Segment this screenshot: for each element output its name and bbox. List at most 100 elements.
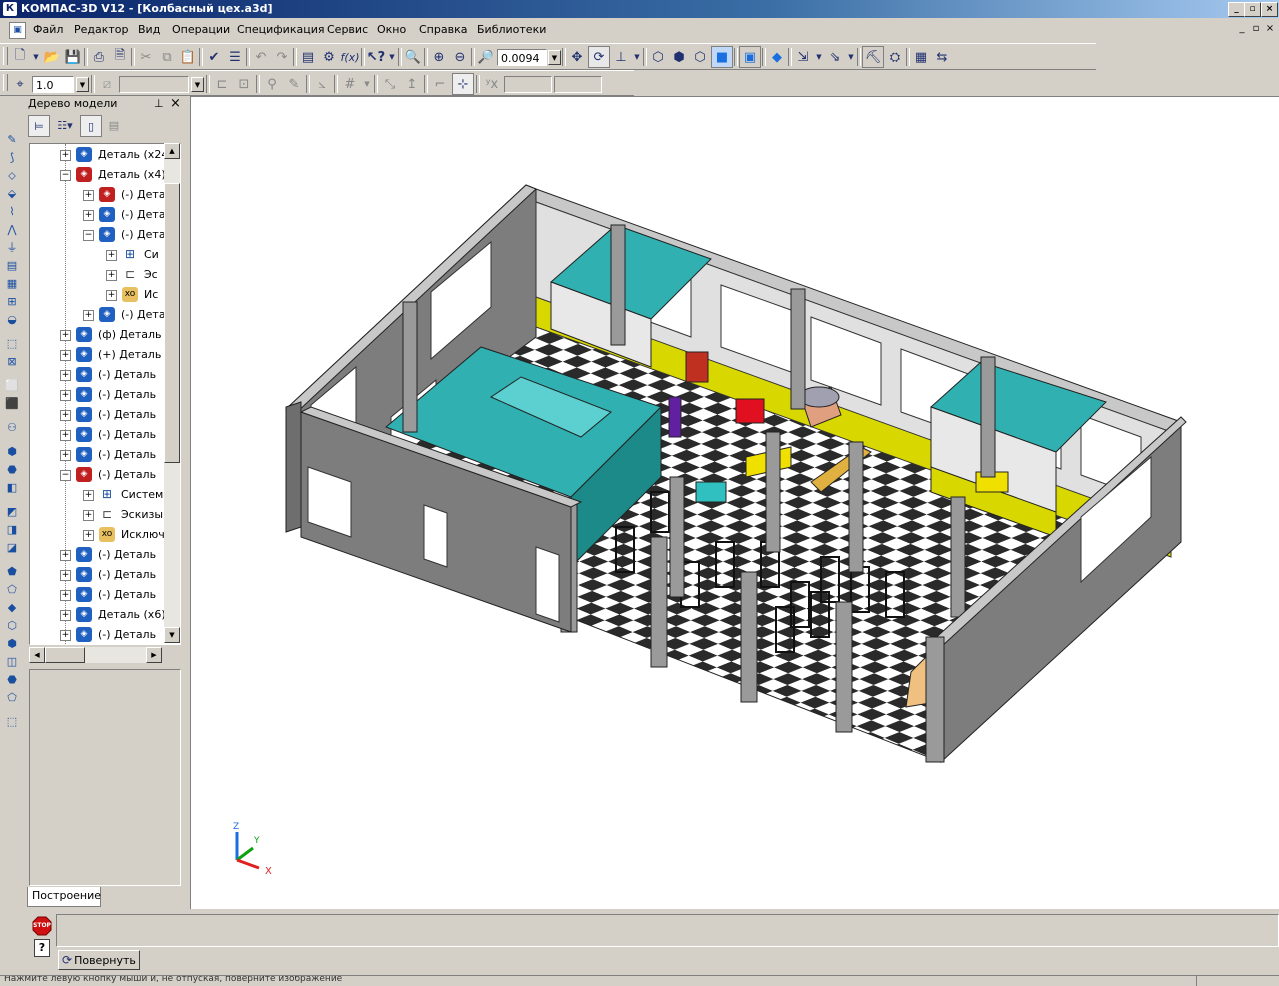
point-icon[interactable]: ⬙ bbox=[3, 186, 21, 202]
expand-icon[interactable]: + bbox=[83, 510, 94, 521]
tree-node[interactable]: + ◈ (-) Деталь bbox=[30, 545, 180, 565]
print-preview-icon[interactable]: 🗎 bbox=[110, 47, 130, 67]
zoom-out-icon[interactable]: ⊖ bbox=[450, 47, 470, 67]
local-cs-icon[interactable]: ⊡ bbox=[234, 74, 254, 94]
menu-operations[interactable]: Операции bbox=[172, 23, 230, 36]
scroll-thumb[interactable] bbox=[45, 647, 85, 663]
scroll-up-icon[interactable]: ▲ bbox=[164, 143, 180, 159]
fillet-icon[interactable]: ◧ bbox=[3, 480, 21, 496]
expand-icon[interactable]: + bbox=[60, 630, 71, 641]
expand-icon[interactable]: + bbox=[60, 390, 71, 401]
manager-icon[interactable]: ▤ bbox=[298, 47, 318, 67]
tree-node[interactable]: + ◈ (-) Деталь bbox=[30, 425, 180, 445]
expand-icon[interactable]: + bbox=[60, 430, 71, 441]
tree-node[interactable]: + ◈ (-) Дета bbox=[30, 305, 180, 325]
ortho-icon[interactable]: ⦣ bbox=[312, 74, 332, 94]
expand-icon[interactable]: + bbox=[60, 590, 71, 601]
expand-icon[interactable]: + bbox=[60, 150, 71, 161]
snap-icon[interactable]: ⚲ bbox=[262, 74, 282, 94]
maximize-button[interactable]: ▫ bbox=[1244, 2, 1261, 17]
tab-build[interactable]: Построение bbox=[27, 887, 101, 907]
help-button[interactable]: ? bbox=[34, 939, 50, 957]
rotate-icon[interactable]: ⟳ bbox=[588, 46, 610, 68]
grid-icon[interactable]: # bbox=[340, 74, 360, 94]
rib-icon[interactable]: ◪ bbox=[3, 540, 21, 556]
dropdown-arrow-icon[interactable]: ▼ bbox=[31, 47, 41, 67]
expand-icon[interactable]: + bbox=[83, 190, 94, 201]
undo-icon[interactable]: ↶ bbox=[251, 47, 271, 67]
document-icon[interactable]: ▤ bbox=[3, 258, 21, 274]
open-folder-icon[interactable]: 📂 bbox=[42, 47, 62, 67]
flange-icon[interactable]: ◆ bbox=[3, 600, 21, 616]
print-icon[interactable]: ⎙ bbox=[89, 47, 109, 67]
tree-node[interactable]: + ◈ (-) Деталь bbox=[30, 625, 180, 644]
tree-node[interactable]: + ◈ (-) Деталь bbox=[30, 365, 180, 385]
pan-icon[interactable]: ✥ bbox=[567, 47, 587, 67]
tree-node[interactable]: + ⊏ Эскизы bbox=[30, 505, 180, 525]
expand-icon[interactable]: + bbox=[106, 250, 117, 261]
tree-node[interactable]: − ◈ (-) Деталь bbox=[30, 465, 180, 485]
dropdown-arrow-icon[interactable]: ▼ bbox=[814, 47, 824, 67]
tree-node[interactable]: + ◈ (-) Дета bbox=[30, 205, 180, 225]
coord-x-input[interactable] bbox=[504, 75, 552, 93]
expand-icon[interactable]: + bbox=[60, 450, 71, 461]
tree-structure-icon[interactable]: ⊨ bbox=[28, 115, 50, 137]
tree-node[interactable]: + ◈ (-) Деталь bbox=[30, 385, 180, 405]
coords-icon[interactable]: ʸx bbox=[482, 74, 502, 94]
zoom-dropdown-arrow-icon[interactable]: ▼ bbox=[548, 49, 561, 65]
coord-y-input[interactable] bbox=[554, 75, 602, 93]
menu-service[interactable]: Сервис bbox=[327, 23, 368, 36]
tree-node[interactable]: + ◈ (-) Деталь bbox=[30, 445, 180, 465]
shaded-edges-icon[interactable]: ▣ bbox=[739, 46, 761, 68]
measure-icon[interactable]: ◒ bbox=[3, 312, 21, 328]
copy-icon[interactable]: ⧉ bbox=[157, 47, 177, 67]
ortho-mode-icon[interactable]: ⌐ bbox=[430, 74, 450, 94]
table-icon[interactable]: ▦ bbox=[3, 276, 21, 292]
rotate-solid-icon[interactable]: ⬣ bbox=[3, 462, 21, 478]
assembly-icon[interactable]: ◫ bbox=[3, 654, 21, 670]
expand-icon[interactable]: + bbox=[60, 610, 71, 621]
expand-icon[interactable]: + bbox=[60, 550, 71, 561]
dropdown-arrow-icon[interactable]: ▼ bbox=[846, 47, 856, 67]
dropdown-arrow-icon[interactable]: ▼ bbox=[387, 47, 397, 67]
expand-icon[interactable]: + bbox=[106, 270, 117, 281]
tree-mode-icon[interactable]: ▯ bbox=[80, 115, 102, 137]
tree-filter-icon[interactable]: ▤ bbox=[104, 115, 124, 135]
snaps-icon[interactable]: ⊹ bbox=[452, 73, 474, 95]
tree-node[interactable]: + ⊏ Эс bbox=[30, 265, 180, 285]
properties-icon[interactable]: ✔ bbox=[204, 47, 224, 67]
menu-view[interactable]: Вид bbox=[138, 23, 160, 36]
expand-icon[interactable]: + bbox=[60, 350, 71, 361]
paste-icon[interactable]: 📋 bbox=[178, 47, 198, 67]
menu-editor[interactable]: Редактор bbox=[74, 23, 129, 36]
grid-icon[interactable]: ⊞ bbox=[3, 294, 21, 310]
close-panel-button[interactable]: × bbox=[170, 96, 181, 111]
round-icon[interactable]: ⤡ bbox=[380, 74, 400, 94]
step-value-input[interactable]: 1.0 bbox=[32, 75, 74, 93]
highlight-icon[interactable]: ⛏ bbox=[862, 46, 884, 68]
expand-icon[interactable]: + bbox=[83, 530, 94, 541]
shell-icon[interactable]: ⬜ bbox=[3, 378, 21, 394]
layer-icon[interactable]: ⧄ bbox=[97, 74, 117, 94]
select-filter-icon[interactable]: ⇲ bbox=[793, 47, 813, 67]
tree-node[interactable]: + xo Исключ bbox=[30, 525, 180, 545]
extrude-icon[interactable]: ⬚ bbox=[3, 336, 21, 352]
tree-node[interactable]: + ◈ (+) Деталь bbox=[30, 345, 180, 365]
measure-icon[interactable]: ⛭ bbox=[885, 47, 905, 67]
mdi-minimize-button[interactable]: _ bbox=[1236, 23, 1248, 35]
filter-icon[interactable]: ⏚ bbox=[3, 240, 21, 256]
collapse-icon[interactable]: − bbox=[60, 170, 71, 181]
collapse-icon[interactable]: − bbox=[83, 230, 94, 241]
tree-node[interactable]: + ◈ (ф) Деталь bbox=[30, 325, 180, 345]
mirror-icon[interactable]: ⬢ bbox=[3, 636, 21, 652]
scroll-thumb[interactable] bbox=[164, 183, 180, 463]
toolbar-grip[interactable] bbox=[3, 47, 8, 65]
sheet-icon[interactable]: ⬟ bbox=[3, 564, 21, 580]
menu-help[interactable]: Справка bbox=[419, 23, 467, 36]
array-icon[interactable]: ⬡ bbox=[3, 618, 21, 634]
scroll-right-icon[interactable]: ▶ bbox=[146, 647, 162, 663]
expand-icon[interactable]: + bbox=[60, 570, 71, 581]
section-icon[interactable]: ▦ bbox=[911, 47, 931, 67]
glasses-icon[interactable]: ⚇ bbox=[3, 420, 21, 436]
cut-icon[interactable]: ⊠ bbox=[3, 354, 21, 370]
